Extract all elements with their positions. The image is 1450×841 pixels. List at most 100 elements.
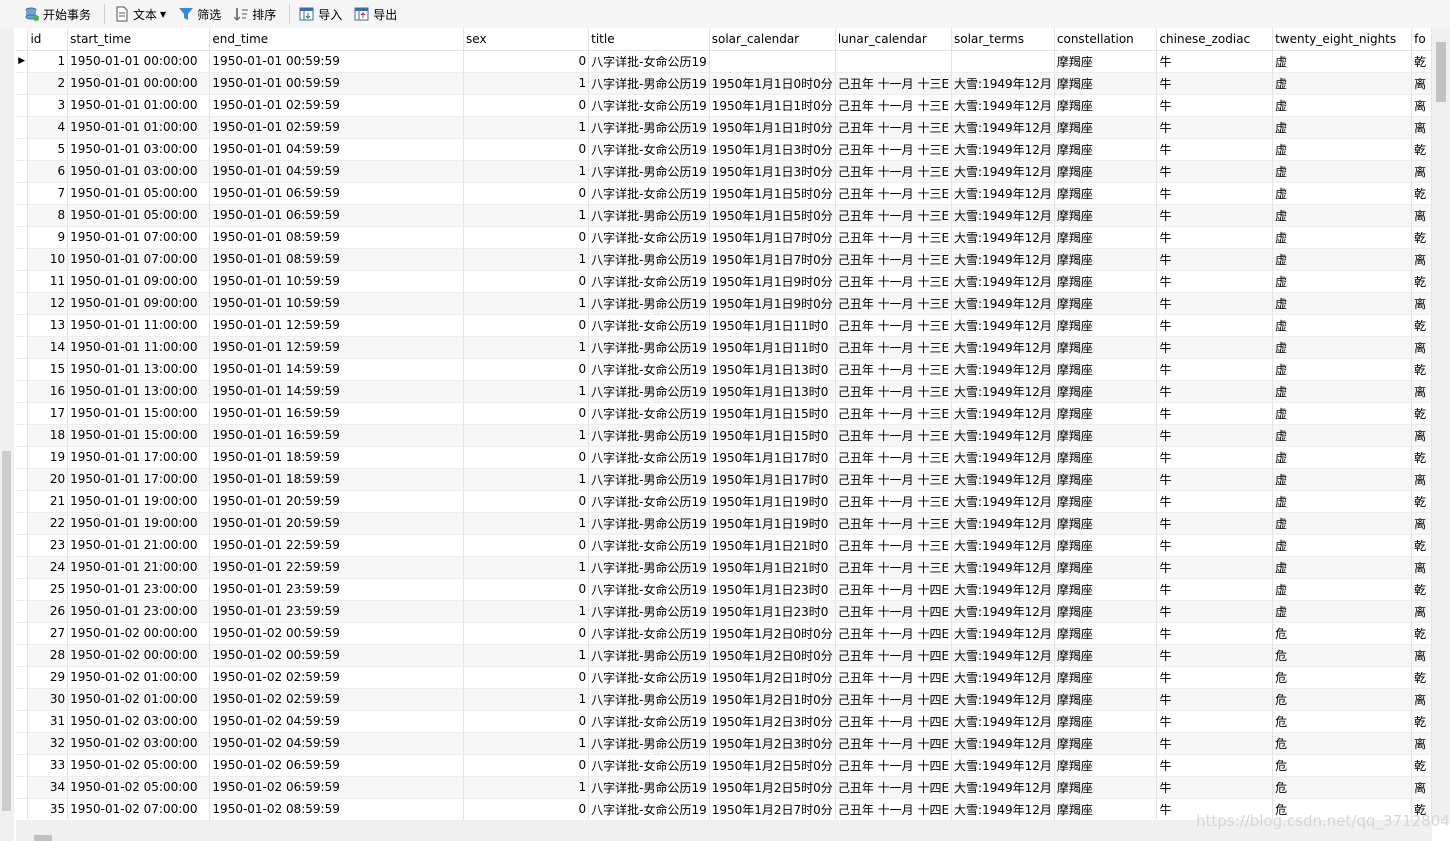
row-marker[interactable] <box>16 270 29 293</box>
cell-solar-calendar[interactable]: 1950年1月1日11时0 <box>709 314 836 337</box>
cell-end-time[interactable]: 1950-01-01 16:59:59 <box>209 402 465 425</box>
cell-solar-terms[interactable]: 大雪:1949年12月 <box>951 248 1055 271</box>
cell-title[interactable]: 八字详批-男命公历19 <box>588 248 710 271</box>
cell-id[interactable]: 28 <box>27 644 69 667</box>
cell-twenty-eight-nights[interactable]: 虚 <box>1272 226 1413 249</box>
cell-end-time[interactable]: 1950-01-01 12:59:59 <box>209 314 465 337</box>
cell-end-time[interactable]: 1950-01-02 04:59:59 <box>209 732 465 755</box>
row-marker[interactable] <box>16 248 29 271</box>
cell-id[interactable]: 11 <box>27 270 69 293</box>
cell-chinese-zodiac[interactable]: 牛 <box>1156 666 1274 689</box>
cell-solar-terms[interactable]: 大雪:1949年12月 <box>951 160 1055 183</box>
cell-title[interactable]: 八字详批-男命公历19 <box>588 644 710 667</box>
cell-start-time[interactable]: 1950-01-01 21:00:00 <box>67 556 211 579</box>
cell-solar-calendar[interactable]: 1950年1月1日13时0 <box>709 380 836 403</box>
cell-start-time[interactable]: 1950-01-01 19:00:00 <box>67 512 211 535</box>
cell-start-time[interactable]: 1950-01-01 05:00:00 <box>67 182 211 205</box>
cell-end-time[interactable]: 1950-01-01 06:59:59 <box>209 182 465 205</box>
cell-twenty-eight-nights[interactable]: 虚 <box>1272 138 1413 161</box>
cell-end-time[interactable]: 1950-01-01 02:59:59 <box>209 94 465 117</box>
cell-sex[interactable]: 1 <box>463 248 590 271</box>
chevron-down-icon[interactable]: ▼ <box>160 10 166 19</box>
row-marker[interactable] <box>16 292 29 315</box>
cell-constellation[interactable]: 摩羯座 <box>1054 754 1158 777</box>
cell-lunar-calendar[interactable]: 己丑年 十一月 十三E <box>835 534 953 557</box>
cell-twenty-eight-nights[interactable]: 虚 <box>1272 270 1413 293</box>
cell-lunar-calendar[interactable]: 己丑年 十一月 十四E <box>835 666 953 689</box>
cell-id[interactable]: 9 <box>27 226 69 249</box>
cell-solar-calendar[interactable]: 1950年1月1日15时0 <box>709 402 836 425</box>
cell-id[interactable]: 15 <box>27 358 69 381</box>
row-marker[interactable] <box>16 600 29 623</box>
cell-start-time[interactable]: 1950-01-01 19:00:00 <box>67 490 211 513</box>
row-marker[interactable] <box>16 666 29 689</box>
cell-start-time[interactable]: 1950-01-02 03:00:00 <box>67 732 211 755</box>
cell-sex[interactable]: 0 <box>463 578 590 601</box>
cell-lunar-calendar[interactable]: 己丑年 十一月 十三E <box>835 72 953 95</box>
cell-id[interactable]: 21 <box>27 490 69 513</box>
cell-start-time[interactable]: 1950-01-02 05:00:00 <box>67 776 211 799</box>
cell-twenty-eight-nights[interactable]: 虚 <box>1272 468 1413 491</box>
cell-sex[interactable]: 0 <box>463 798 590 821</box>
column-header-title[interactable]: title <box>588 28 710 51</box>
cell-chinese-zodiac[interactable]: 牛 <box>1156 314 1274 337</box>
cell-id[interactable]: 24 <box>27 556 69 579</box>
cell-twenty-eight-nights[interactable]: 虚 <box>1272 116 1413 139</box>
cell-constellation[interactable]: 摩羯座 <box>1054 600 1158 623</box>
column-header-solar-calendar[interactable]: solar_calendar <box>709 28 836 51</box>
cell-constellation[interactable]: 摩羯座 <box>1054 358 1158 381</box>
cell-id[interactable]: 10 <box>27 248 69 271</box>
cell-start-time[interactable]: 1950-01-01 15:00:00 <box>67 402 211 425</box>
row-marker[interactable] <box>16 556 29 579</box>
row-marker[interactable] <box>16 402 29 425</box>
cell-lunar-calendar[interactable]: 己丑年 十一月 十三E <box>835 270 953 293</box>
vertical-scroll-thumb[interactable] <box>1436 42 1446 102</box>
table-row[interactable]: 17 1950-01-01 15:00:00 1950-01-01 16:59:59… <box>16 402 1432 425</box>
row-marker[interactable] <box>16 204 29 227</box>
cell-lunar-calendar[interactable]: 己丑年 十一月 十三E <box>835 336 953 359</box>
cell-title[interactable]: 八字详批-女命公历19 <box>588 534 710 557</box>
row-marker[interactable] <box>16 314 29 337</box>
cell-solar-terms[interactable]: 大雪:1949年12月 <box>951 292 1055 315</box>
row-marker[interactable] <box>16 446 29 469</box>
cell-id[interactable]: 8 <box>27 204 69 227</box>
cell-solar-terms[interactable]: 大雪:1949年12月 <box>951 688 1055 711</box>
cell-solar-terms[interactable]: 大雪:1949年12月 <box>951 446 1055 469</box>
cell-solar-terms[interactable]: 大雪:1949年12月 <box>951 512 1055 535</box>
row-marker[interactable] <box>16 380 29 403</box>
cell-fo[interactable]: 乾 <box>1411 754 1432 777</box>
cell-solar-terms[interactable]: 大雪:1949年12月 <box>951 182 1055 205</box>
cell-fo[interactable]: 离 <box>1411 776 1432 799</box>
cell-solar-calendar[interactable]: 1950年1月1日17时0 <box>709 468 836 491</box>
cell-constellation[interactable]: 摩羯座 <box>1054 50 1158 73</box>
cell-twenty-eight-nights[interactable]: 虚 <box>1272 490 1413 513</box>
cell-chinese-zodiac[interactable]: 牛 <box>1156 204 1274 227</box>
cell-end-time[interactable]: 1950-01-01 18:59:59 <box>209 446 465 469</box>
cell-lunar-calendar[interactable]: 己丑年 十一月 十三E <box>835 248 953 271</box>
cell-fo[interactable]: 离 <box>1411 468 1432 491</box>
cell-twenty-eight-nights[interactable]: 虚 <box>1272 556 1413 579</box>
cell-end-time[interactable]: 1950-01-01 06:59:59 <box>209 204 465 227</box>
cell-lunar-calendar[interactable]: 己丑年 十一月 十四E <box>835 710 953 733</box>
cell-solar-calendar[interactable]: 1950年1月2日1时0分 <box>709 666 836 689</box>
cell-end-time[interactable]: 1950-01-01 22:59:59 <box>209 534 465 557</box>
cell-solar-terms[interactable]: 大雪:1949年12月 <box>951 644 1055 667</box>
table-row[interactable]: 32 1950-01-02 03:00:00 1950-01-02 04:59:59… <box>16 732 1432 755</box>
filter-button[interactable]: 筛选 <box>174 3 225 25</box>
column-header-lunar-calendar[interactable]: lunar_calendar <box>835 28 953 51</box>
cell-lunar-calendar[interactable]: 己丑年 十一月 十四E <box>835 732 953 755</box>
cell-fo[interactable]: 离 <box>1411 116 1432 139</box>
cell-twenty-eight-nights[interactable]: 虚 <box>1272 314 1413 337</box>
table-row[interactable]: 14 1950-01-01 11:00:00 1950-01-01 12:59:59… <box>16 336 1432 359</box>
cell-chinese-zodiac[interactable]: 牛 <box>1156 468 1274 491</box>
text-button[interactable]: 文本 ▼ <box>110 3 170 25</box>
cell-title[interactable]: 八字详批-女命公历19 <box>588 622 710 645</box>
left-scroll-thumb[interactable] <box>2 451 11 811</box>
cell-start-time[interactable]: 1950-01-01 00:00:00 <box>67 50 211 73</box>
cell-solar-calendar[interactable]: 1950年1月2日5时0分 <box>709 754 836 777</box>
cell-sex[interactable]: 1 <box>463 600 590 623</box>
table-row[interactable]: 15 1950-01-01 13:00:00 1950-01-01 14:59:59… <box>16 358 1432 381</box>
table-row[interactable]: 25 1950-01-01 23:00:00 1950-01-01 23:59:59… <box>16 578 1432 601</box>
cell-solar-terms[interactable]: 大雪:1949年12月 <box>951 314 1055 337</box>
table-row[interactable]: 7 1950-01-01 05:00:00 1950-01-01 06:59:59 0… <box>16 182 1432 205</box>
